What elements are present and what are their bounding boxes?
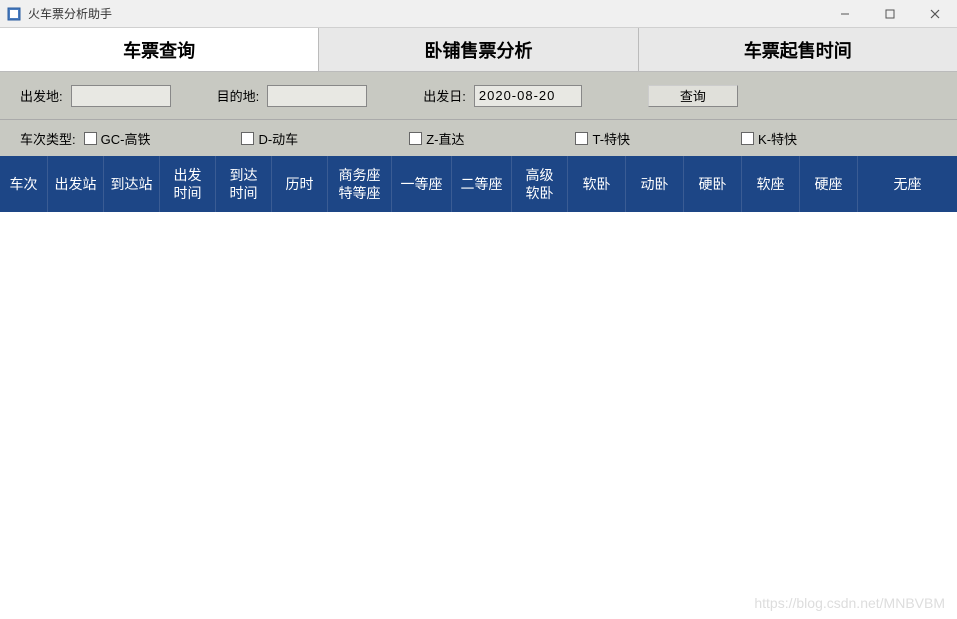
maximize-button[interactable] <box>867 0 912 28</box>
date-input[interactable] <box>474 85 582 107</box>
tab-label: 卧铺售票分析 <box>424 37 532 63</box>
tab-ticket-query[interactable]: 车票查询 <box>0 28 319 71</box>
checkbox-icon <box>241 132 254 145</box>
filter-label: K-特快 <box>758 129 797 148</box>
checkbox-icon <box>84 132 97 145</box>
tab-sale-time[interactable]: 车票起售时间 <box>639 28 957 71</box>
filter-z[interactable]: Z-直达 <box>409 129 464 148</box>
checkbox-icon <box>575 132 588 145</box>
col-second-class: 二等座 <box>452 156 512 212</box>
filter-bar: 车次类型: GC-高铁 D-动车 Z-直达 T-特快 K-特快 <box>0 120 957 156</box>
query-button[interactable]: 查询 <box>648 85 738 107</box>
filter-t[interactable]: T-特快 <box>575 129 630 148</box>
dest-label: 目的地: <box>217 86 260 105</box>
filter-label: GC-高铁 <box>101 129 151 148</box>
col-hard-seat: 硬座 <box>800 156 858 212</box>
col-depart-time: 出发 时间 <box>160 156 216 212</box>
col-hard-sleeper: 硬卧 <box>684 156 742 212</box>
col-superior-soft-sleeper: 高级 软卧 <box>512 156 568 212</box>
col-soft-seat: 软座 <box>742 156 800 212</box>
col-business-seat: 商务座 特等座 <box>328 156 392 212</box>
tab-sleeper-analysis[interactable]: 卧铺售票分析 <box>319 28 638 71</box>
window-controls <box>822 0 957 28</box>
train-type-label: 车次类型: <box>20 129 76 148</box>
minimize-button[interactable] <box>822 0 867 28</box>
window-title: 火车票分析助手 <box>28 5 112 22</box>
col-first-class: 一等座 <box>392 156 452 212</box>
filter-label: Z-直达 <box>426 129 464 148</box>
watermark: https://blog.csdn.net/MNBVBM <box>754 595 945 611</box>
titlebar-left: 火车票分析助手 <box>6 5 112 22</box>
checkbox-icon <box>741 132 754 145</box>
tab-label: 车票查询 <box>123 37 195 63</box>
col-to-station: 到达站 <box>104 156 160 212</box>
results-table-header: 车次 出发站 到达站 出发 时间 到达 时间 历时 商务座 特等座 一等座 二等… <box>0 156 957 212</box>
col-from-station: 出发站 <box>48 156 104 212</box>
filter-d[interactable]: D-动车 <box>241 129 298 148</box>
filter-label: D-动车 <box>258 129 298 148</box>
col-motion-sleeper: 动卧 <box>626 156 684 212</box>
close-button[interactable] <box>912 0 957 28</box>
col-soft-sleeper: 软卧 <box>568 156 626 212</box>
filter-gc[interactable]: GC-高铁 <box>84 129 151 148</box>
search-bar: 出发地: 目的地: 出发日: 查询 <box>0 72 957 120</box>
origin-label: 出发地: <box>20 86 63 105</box>
app-icon <box>6 6 22 22</box>
results-table-body <box>0 212 957 612</box>
col-arrive-time: 到达 时间 <box>216 156 272 212</box>
tab-label: 车票起售时间 <box>744 37 852 63</box>
date-label: 出发日: <box>423 86 466 105</box>
window-titlebar: 火车票分析助手 <box>0 0 957 28</box>
filter-k[interactable]: K-特快 <box>741 129 797 148</box>
filter-label: T-特快 <box>592 129 630 148</box>
main-tabs: 车票查询 卧铺售票分析 车票起售时间 <box>0 28 957 72</box>
origin-input[interactable] <box>71 85 171 107</box>
checkbox-icon <box>409 132 422 145</box>
col-duration: 历时 <box>272 156 328 212</box>
col-train-no: 车次 <box>0 156 48 212</box>
dest-input[interactable] <box>267 85 367 107</box>
col-no-seat: 无座 <box>858 156 957 212</box>
